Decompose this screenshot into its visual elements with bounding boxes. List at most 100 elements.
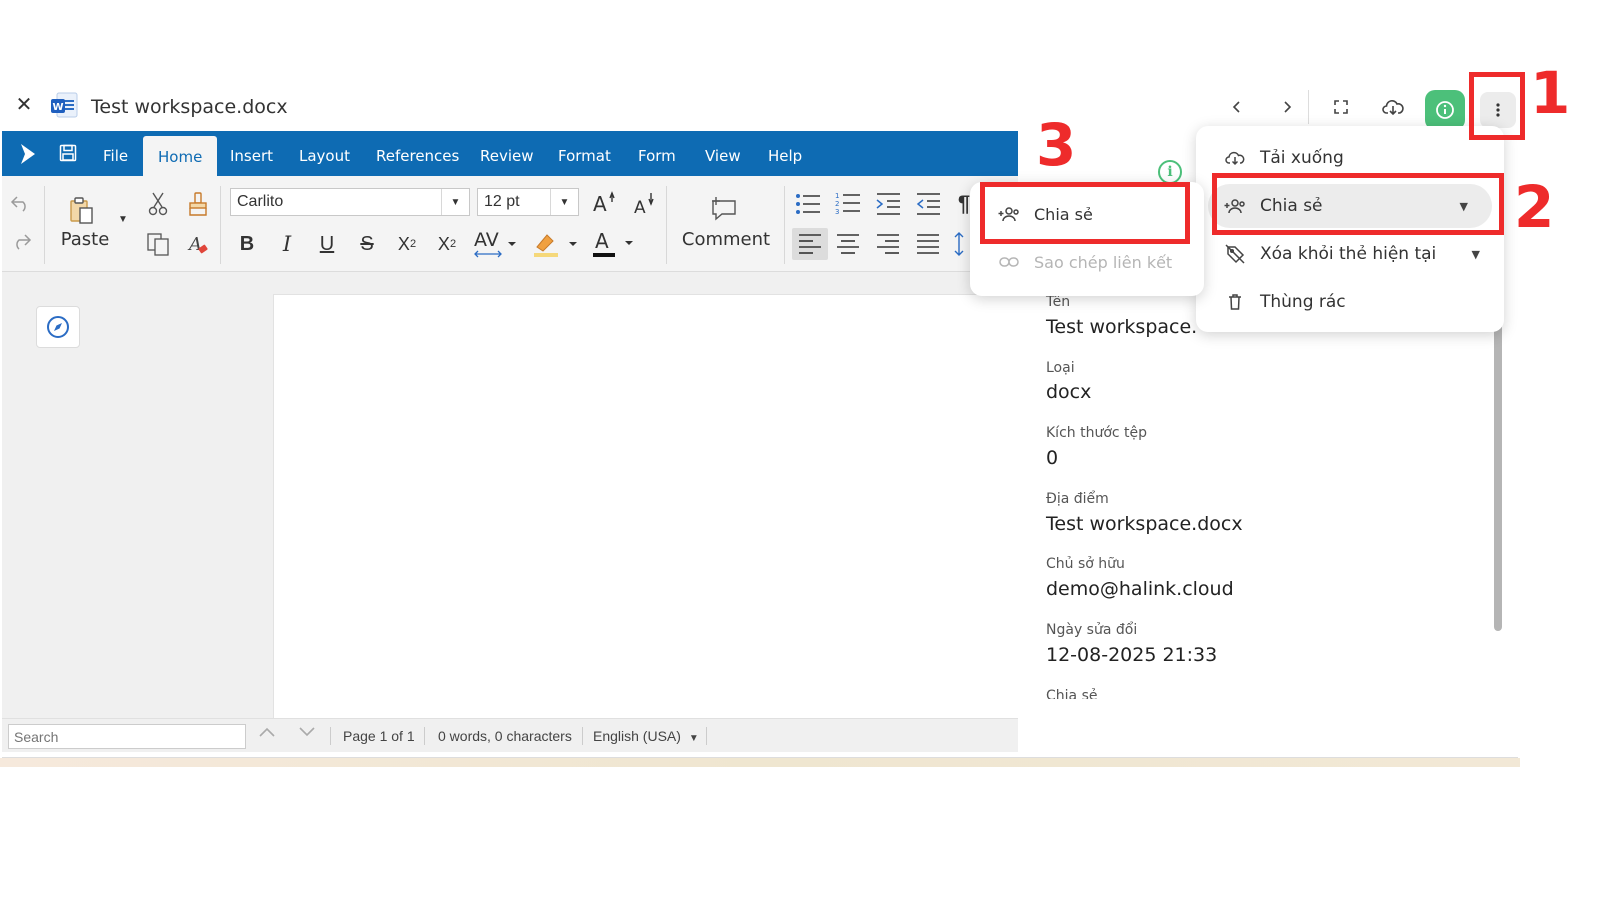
fullscreen-icon[interactable] bbox=[1322, 88, 1360, 126]
align-center-icon[interactable] bbox=[834, 230, 862, 258]
underline-icon[interactable]: U bbox=[314, 230, 340, 258]
chevron-down-icon: ▼ bbox=[688, 733, 699, 744]
svg-text:A: A bbox=[634, 198, 646, 217]
property-value-owner: demo@halink.cloud bbox=[1046, 578, 1234, 600]
language-select[interactable]: English (USA) ▼ bbox=[593, 728, 699, 744]
comment-button-label[interactable]: Comment bbox=[678, 228, 774, 250]
tab-home[interactable]: Home bbox=[143, 136, 218, 176]
language-value: English (USA) bbox=[593, 728, 681, 744]
grow-font-icon[interactable]: A bbox=[590, 188, 618, 216]
copy-icon[interactable] bbox=[144, 230, 172, 258]
status-bar: Page 1 of 1 0 words, 0 characters Englis… bbox=[2, 718, 1018, 752]
cut-icon[interactable] bbox=[144, 190, 172, 218]
align-left-icon[interactable] bbox=[792, 228, 828, 260]
tag-remove-icon bbox=[1224, 244, 1246, 264]
tab-layout[interactable]: Layout bbox=[299, 147, 350, 165]
menu-item-trash[interactable]: Thùng rác bbox=[1196, 280, 1504, 324]
page-info: Page 1 of 1 bbox=[343, 728, 415, 744]
ribbon-tab-bar: File Home Insert Layout References Revie… bbox=[2, 131, 1018, 176]
paste-dropdown-chevron-icon[interactable]: ▼ bbox=[116, 212, 130, 226]
scrollbar[interactable] bbox=[1494, 291, 1502, 631]
divider bbox=[44, 186, 45, 264]
property-label-size: Kích thước tệp bbox=[1046, 425, 1148, 441]
menu-item-remove-tag[interactable]: Xóa khỏi thẻ hiện tại ▼ bbox=[1196, 232, 1504, 276]
previous-icon[interactable] bbox=[1218, 88, 1256, 126]
tab-view[interactable]: View bbox=[705, 147, 741, 165]
format-painter-icon[interactable] bbox=[184, 190, 212, 218]
tab-form[interactable]: Form bbox=[638, 147, 676, 165]
svg-text:A: A bbox=[593, 192, 607, 215]
divider bbox=[1308, 90, 1309, 124]
divider bbox=[330, 727, 331, 745]
tab-format[interactable]: Format bbox=[558, 147, 611, 165]
line-spacing-icon[interactable] bbox=[952, 230, 970, 258]
increase-indent-icon[interactable] bbox=[874, 190, 902, 218]
tab-help[interactable]: Help bbox=[768, 147, 802, 165]
document-page[interactable] bbox=[273, 294, 1018, 718]
cloud-download-icon[interactable] bbox=[1374, 88, 1412, 126]
word-count: 0 words, 0 characters bbox=[438, 728, 572, 744]
cloud-download-icon bbox=[1224, 150, 1246, 166]
annotation-number-3: 3 bbox=[1036, 111, 1077, 179]
bullet-list-icon[interactable] bbox=[794, 190, 822, 218]
tab-review[interactable]: Review bbox=[480, 147, 534, 165]
search-input[interactable] bbox=[8, 724, 246, 749]
property-label-owner: Chủ sở hữu bbox=[1046, 556, 1125, 572]
link-icon bbox=[998, 256, 1020, 268]
justify-icon[interactable] bbox=[914, 230, 942, 258]
character-spacing-icon[interactable]: AV bbox=[472, 228, 520, 260]
menu-item-remove-tag-label: Xóa khỏi thẻ hiện tại bbox=[1260, 244, 1437, 264]
compass-icon bbox=[47, 316, 69, 338]
tab-file[interactable]: File bbox=[103, 147, 128, 165]
font-name-select[interactable]: Carlito ▼ bbox=[230, 188, 470, 216]
search-previous-icon[interactable] bbox=[258, 725, 276, 742]
highlight-color-icon[interactable] bbox=[530, 228, 580, 260]
shrink-font-icon[interactable]: A bbox=[630, 190, 658, 218]
save-icon[interactable] bbox=[59, 144, 77, 167]
paste-icon[interactable] bbox=[64, 194, 100, 228]
comment-icon[interactable] bbox=[708, 194, 740, 224]
font-color-icon[interactable]: A bbox=[590, 228, 638, 260]
svg-text:W: W bbox=[52, 102, 63, 113]
annotation-box-2 bbox=[1212, 173, 1504, 235]
divider bbox=[666, 186, 667, 264]
svg-text:1: 1 bbox=[835, 192, 839, 200]
align-right-icon[interactable] bbox=[874, 230, 902, 258]
undo-icon[interactable] bbox=[8, 190, 34, 216]
property-label-shared: Chia sẻ bbox=[1046, 688, 1098, 699]
info-button[interactable] bbox=[1425, 90, 1465, 130]
annotation-box-3 bbox=[980, 182, 1190, 244]
chevron-down-icon: ▼ bbox=[441, 189, 469, 215]
tab-references[interactable]: References bbox=[376, 147, 459, 165]
clear-formatting-icon[interactable]: A bbox=[184, 230, 212, 258]
chevron-down-icon: ▼ bbox=[550, 189, 578, 215]
property-value-location: Test workspace.docx bbox=[1046, 513, 1243, 535]
strikethrough-icon[interactable]: S bbox=[354, 230, 380, 258]
decrease-indent-icon[interactable] bbox=[914, 190, 942, 218]
tab-insert[interactable]: Insert bbox=[230, 147, 273, 165]
home-toolbar: Paste ▼ A Carlito ▼ 12 pt ▼ A A B I U S … bbox=[2, 176, 1018, 272]
search-next-icon[interactable] bbox=[298, 725, 316, 742]
paste-button-label[interactable]: Paste bbox=[60, 228, 110, 250]
superscript-icon[interactable]: X2 bbox=[434, 230, 460, 258]
close-icon[interactable]: ✕ bbox=[14, 92, 34, 117]
next-icon[interactable] bbox=[1268, 88, 1306, 126]
annotation-box-1 bbox=[1469, 72, 1525, 140]
bold-icon[interactable]: B bbox=[234, 230, 260, 258]
divider bbox=[784, 186, 785, 264]
font-size-select[interactable]: 12 pt ▼ bbox=[477, 188, 579, 216]
divider bbox=[424, 727, 425, 745]
redo-icon[interactable] bbox=[8, 228, 34, 254]
subscript-icon[interactable]: X2 bbox=[394, 230, 420, 258]
divider bbox=[220, 186, 221, 264]
submenu-item-copy-link[interactable]: Sao chép liên kết bbox=[970, 240, 1204, 284]
navigator-button[interactable] bbox=[36, 306, 80, 348]
svg-text:A: A bbox=[595, 229, 609, 253]
svg-text:A: A bbox=[187, 234, 202, 255]
title-bar: ✕ W Test workspace.docx bbox=[0, 84, 1530, 130]
numbered-list-icon[interactable]: 123 bbox=[834, 190, 862, 218]
document-workspace bbox=[2, 272, 1018, 718]
italic-icon[interactable]: I bbox=[274, 230, 300, 258]
property-value-type: docx bbox=[1046, 381, 1092, 403]
word-document-icon: W bbox=[50, 90, 80, 120]
